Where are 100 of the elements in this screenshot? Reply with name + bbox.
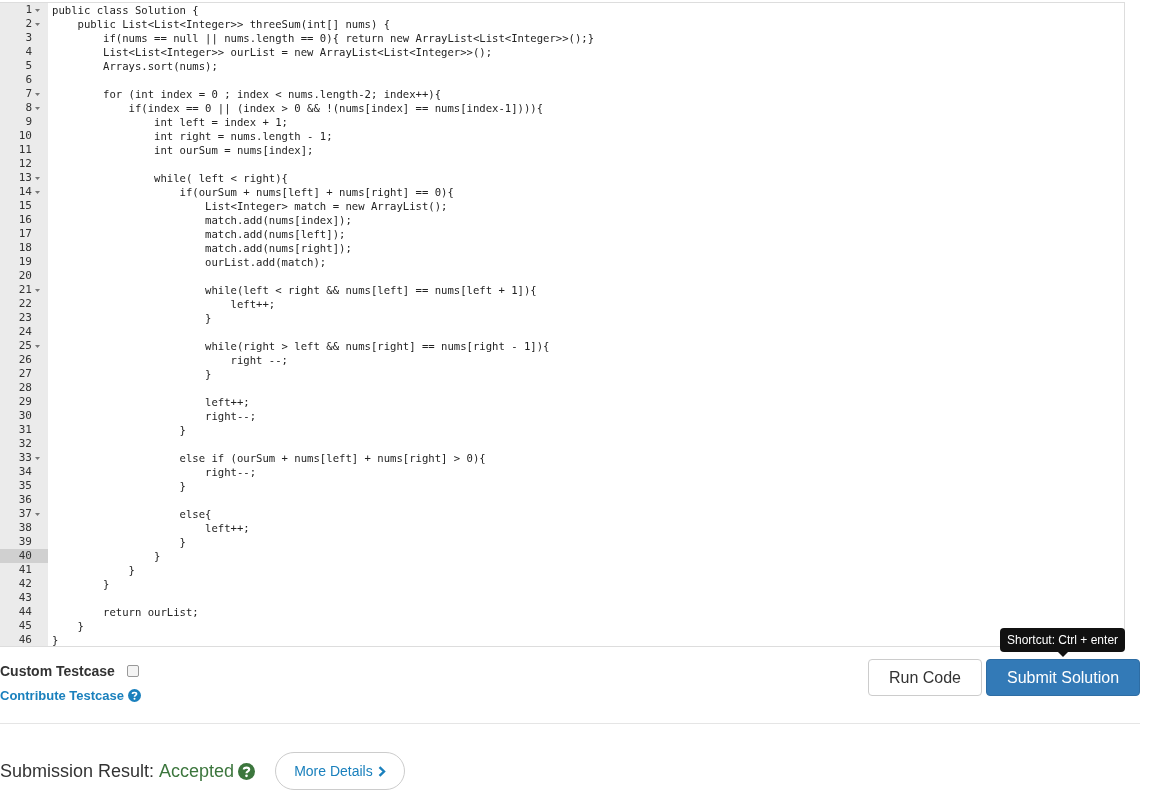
line-number: 42: [18, 577, 32, 591]
line-number: 46: [18, 633, 32, 646]
line-number: 40: [18, 549, 32, 563]
code-line: right --;: [229, 353, 288, 367]
code-line: }: [127, 563, 135, 577]
line-number: 39: [18, 535, 32, 549]
code-line: return ourList;: [102, 605, 199, 619]
result-status: Accepted: [159, 760, 235, 782]
line-number: 34: [18, 465, 32, 479]
submit-solution-button[interactable]: Submit Solution: [986, 659, 1140, 696]
line-number: 23: [18, 311, 32, 325]
line-number: 27: [18, 367, 32, 381]
line-number: 10: [18, 129, 32, 143]
code-line: int right = nums.length - 1;: [153, 129, 333, 143]
line-number: 12: [18, 157, 32, 171]
line-number: 37: [18, 507, 32, 521]
code-line: public class Solution {: [51, 3, 199, 17]
fold-caret-icon[interactable]: [35, 512, 40, 516]
fold-caret-icon[interactable]: [35, 106, 40, 110]
code-line: right--;: [204, 465, 257, 479]
line-number: 30: [18, 409, 32, 423]
fold-caret-icon[interactable]: [35, 190, 40, 194]
code-line: match.add(nums[index]);: [204, 213, 352, 227]
code-line: }: [153, 549, 161, 563]
code-line: if(ourSum + nums[left] + nums[right] == 0){: [178, 185, 454, 199]
line-number: 13: [18, 171, 32, 185]
code-line: public List<List<Integer>> threeSum(int[] nums) {: [76, 17, 391, 31]
code-line: List<List<Integer>> ourList = new ArrayList<List<Integer>>();: [102, 45, 493, 59]
line-number: 7: [25, 87, 32, 101]
code-line: while(left < right && nums[left] == nums[left + 1]){: [204, 283, 537, 297]
code-line: int ourSum = nums[index];: [153, 143, 314, 157]
code-line: int left = index + 1;: [153, 115, 288, 129]
custom-testcase-label: Custom Testcase: [0, 663, 115, 679]
fold-caret-icon[interactable]: [35, 288, 40, 292]
line-number: 16: [18, 213, 32, 227]
code-line: right--;: [204, 409, 257, 423]
line-number: 14: [18, 185, 32, 199]
line-number: 29: [18, 395, 32, 409]
line-number: 25: [18, 339, 32, 353]
code-line: }: [178, 479, 186, 493]
code-line: while( left < right){: [153, 171, 288, 185]
shortcut-tooltip: Shortcut: Ctrl + enter: [1000, 628, 1126, 657]
more-details-button[interactable]: More Details: [275, 752, 405, 790]
code-line: }: [102, 577, 110, 591]
contribute-testcase-link[interactable]: Contribute Testcase: [0, 688, 124, 703]
line-number: 8: [25, 101, 32, 115]
code-line: if(index == 0 || (index > 0 && !(nums[index] == nums[index-1]))){: [127, 101, 544, 115]
line-number: 11: [18, 143, 32, 157]
code-line: List<Integer> match = new ArrayList();: [204, 199, 448, 213]
code-line: left++;: [204, 521, 250, 535]
code-line: }: [204, 311, 212, 325]
help-icon[interactable]: [238, 762, 256, 780]
code-line: }: [51, 633, 59, 646]
fold-caret-icon[interactable]: [35, 8, 40, 12]
code-line: }: [76, 619, 84, 633]
line-number: 21: [18, 283, 32, 297]
line-number: 22: [18, 297, 32, 311]
custom-testcase-checkbox[interactable]: [126, 665, 139, 677]
submission-result-label: Submission Result:: [0, 760, 155, 782]
code-line: }: [178, 535, 186, 549]
help-icon[interactable]: [128, 689, 141, 702]
line-number: 36: [18, 493, 32, 507]
line-number: 15: [18, 199, 32, 213]
code-line: if(nums == null || nums.length == 0){ return new ArrayList<List<Integer>>();}: [102, 31, 595, 45]
fold-caret-icon[interactable]: [35, 92, 40, 96]
code-line: match.add(nums[left]);: [204, 227, 346, 241]
fold-caret-icon[interactable]: [35, 344, 40, 348]
line-number: 41: [18, 563, 32, 577]
run-code-button[interactable]: Run Code: [868, 659, 982, 696]
line-number: 44: [18, 605, 32, 619]
line-number: 17: [18, 227, 32, 241]
fold-caret-icon[interactable]: [35, 22, 40, 26]
line-number: 38: [18, 521, 32, 535]
tooltip-arrow-icon: [1057, 652, 1068, 657]
line-number: 28: [18, 381, 32, 395]
line-number: 26: [18, 353, 32, 367]
line-number: 18: [18, 241, 32, 255]
line-number: 4: [25, 45, 32, 59]
line-number: 20: [18, 269, 32, 283]
line-number: 5: [25, 59, 32, 73]
code-line: }: [204, 367, 212, 381]
fold-caret-icon[interactable]: [35, 456, 40, 460]
line-number: 9: [25, 115, 32, 129]
line-number: 1: [25, 3, 32, 17]
code-line: ourList.add(match);: [204, 255, 327, 269]
fold-caret-icon[interactable]: [35, 176, 40, 180]
line-number: 43: [18, 591, 32, 605]
code-line: for (int index = 0 ; index < nums.length-2; index++){: [102, 87, 442, 101]
code-line: Arrays.sort(nums);: [102, 59, 218, 73]
line-number: 31: [18, 423, 32, 437]
code-line: else{: [178, 507, 212, 521]
line-number: 35: [18, 479, 32, 493]
code-line: left++;: [229, 297, 276, 311]
line-number: 19: [18, 255, 32, 269]
chevron-right-icon: [377, 765, 386, 777]
code-line: while(right > left && nums[right] == nums[right - 1]){: [204, 339, 550, 353]
code-line: else if (ourSum + nums[left] + nums[right] > 0){: [178, 451, 486, 465]
code-editor[interactable]: [0, 2, 1125, 647]
line-number: 45: [18, 619, 32, 633]
line-number: 2: [25, 17, 32, 31]
